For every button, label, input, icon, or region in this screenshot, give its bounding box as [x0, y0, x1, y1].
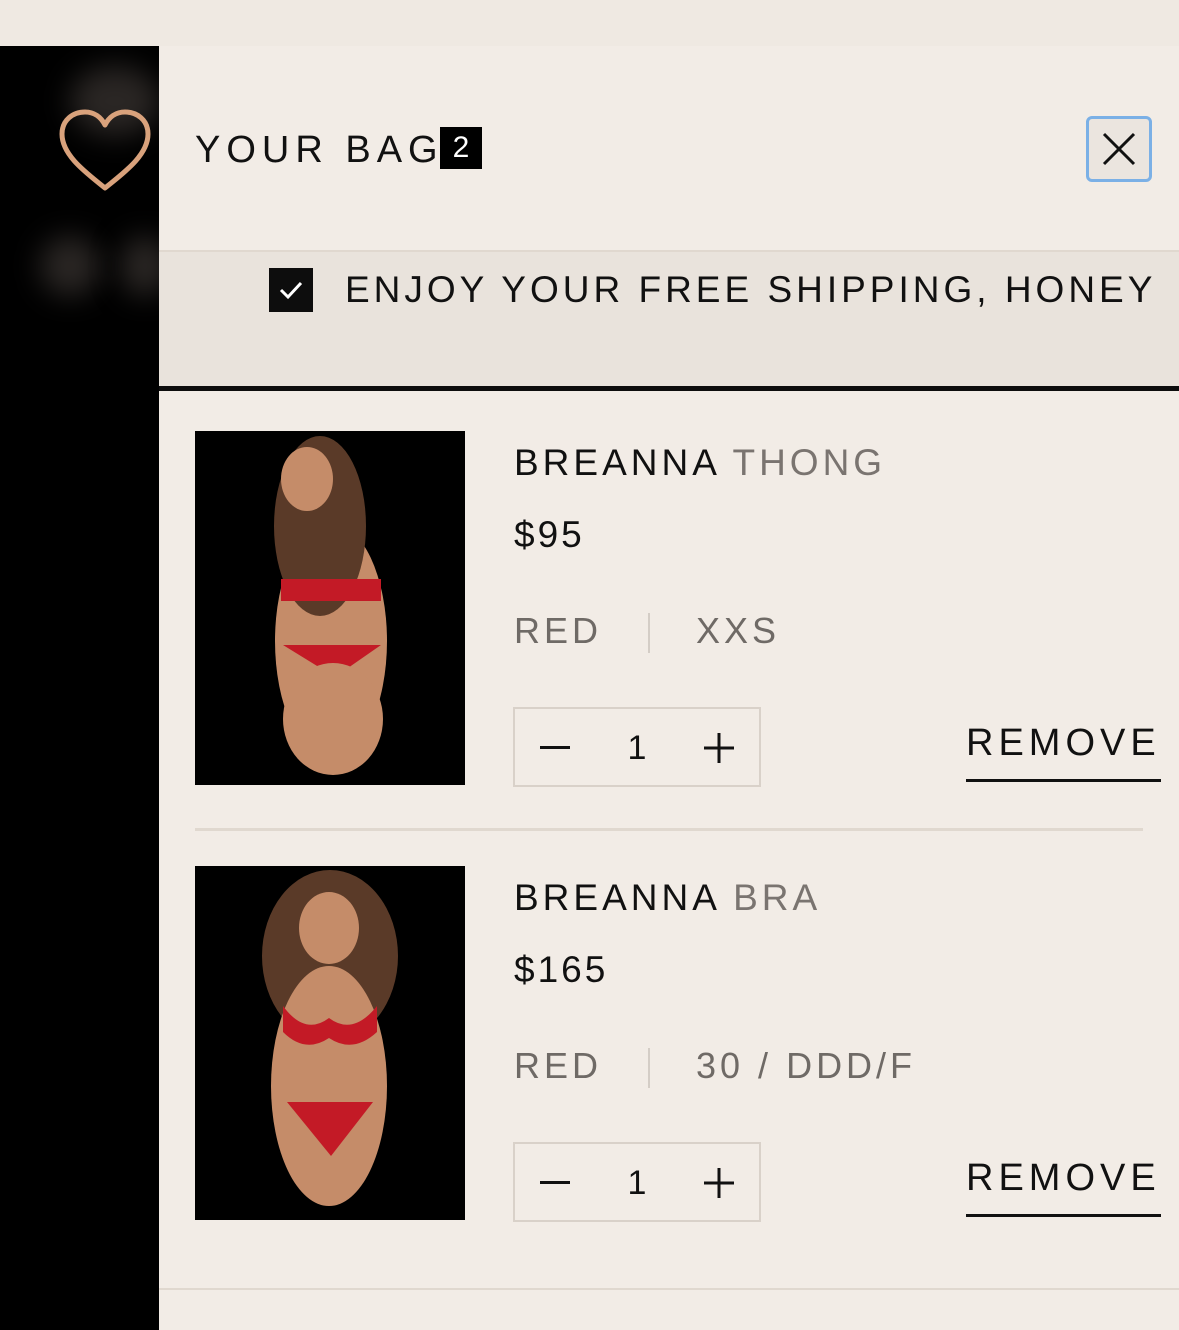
product-size: 30 / DDD/F	[696, 1045, 917, 1086]
close-button[interactable]	[1086, 116, 1152, 182]
backdrop-blur	[120, 236, 159, 296]
cart-drawer: YOUR BAG 2 ENJOY YOUR FREE SHIPPING, HON…	[159, 46, 1179, 1330]
product-variant: RED XXS	[514, 609, 781, 654]
item-divider	[159, 1288, 1179, 1290]
cart-header: YOUR BAG 2	[159, 46, 1179, 252]
product-color: RED	[514, 1045, 603, 1086]
product-name-main: BREANNA	[514, 877, 719, 918]
increase-quantity-button[interactable]	[679, 1144, 759, 1222]
product-image[interactable]	[195, 866, 465, 1220]
product-type: BRA	[733, 877, 822, 918]
product-size: XXS	[696, 610, 781, 651]
free-shipping-banner: ENJOY YOUR FREE SHIPPING, HONEY	[159, 252, 1179, 391]
product-price: $95	[514, 514, 585, 555]
quantity-stepper: 1	[513, 1142, 761, 1222]
product-color: RED	[514, 610, 603, 651]
product-price: $165	[514, 949, 609, 990]
increase-quantity-button[interactable]	[679, 709, 759, 787]
heart-icon[interactable]	[58, 108, 152, 194]
minus-icon	[540, 1181, 570, 1184]
product-variant: RED 30 / DDD/F	[514, 1044, 917, 1089]
backdrop-blur	[40, 236, 100, 296]
page-top-strip	[0, 0, 1179, 46]
product-name[interactable]: BREANNA THONG	[514, 441, 886, 485]
variant-separator	[648, 1048, 651, 1089]
item-divider	[195, 828, 1143, 831]
checkbox-checked-icon	[269, 268, 313, 312]
plus-icon	[704, 1168, 734, 1198]
page-backdrop	[0, 46, 159, 1330]
quantity-stepper: 1	[513, 707, 761, 787]
product-type: THONG	[732, 442, 887, 483]
cart-item: BREANNA THONG $95 RED XXS 1 REMOVE	[195, 431, 1161, 787]
remove-button[interactable]: REMOVE	[966, 721, 1161, 782]
quantity-value: 1	[627, 1164, 647, 1202]
cart-item: BREANNA BRA $165 RED 30 / DDD/F 1 REMOVE	[195, 866, 1161, 1222]
free-shipping-text: ENJOY YOUR FREE SHIPPING, HONEY	[345, 269, 1157, 310]
remove-button[interactable]: REMOVE	[966, 1156, 1161, 1217]
plus-icon	[704, 733, 734, 763]
product-image[interactable]	[195, 431, 465, 785]
quantity-value: 1	[627, 729, 647, 767]
variant-separator	[648, 613, 651, 654]
minus-icon	[540, 746, 570, 749]
close-icon	[1102, 132, 1136, 166]
product-name-main: BREANNA	[514, 442, 719, 483]
cart-title: YOUR BAG	[195, 129, 444, 171]
product-name[interactable]: BREANNA BRA	[514, 876, 821, 920]
decrease-quantity-button[interactable]	[515, 709, 595, 787]
decrease-quantity-button[interactable]	[515, 1144, 595, 1222]
cart-count-badge: 2	[440, 127, 482, 169]
